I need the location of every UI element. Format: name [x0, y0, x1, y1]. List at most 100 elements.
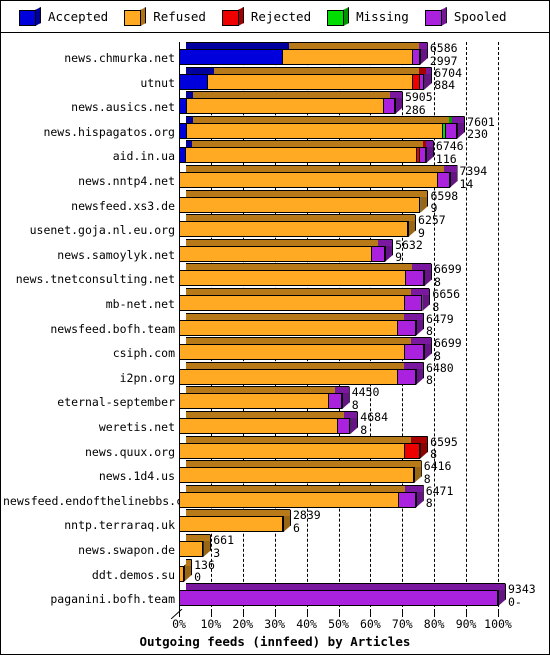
legend-label: Rejected [250, 9, 312, 24]
bar-top-segment [186, 509, 290, 517]
bar-top-segment [186, 386, 335, 394]
bar-value-secondary: 286 [404, 102, 426, 117]
bar-value-label: 6699 8 [434, 337, 462, 362]
x-tick-label: 80% [423, 617, 445, 631]
bar-segment-refused [179, 393, 328, 410]
bar-top-segment [334, 386, 349, 394]
bar-top-segment [186, 42, 290, 49]
bar-top-segment [425, 140, 433, 148]
bar-value-secondary: 8 [426, 373, 433, 388]
y-axis-label: news.ausics.net [71, 100, 175, 115]
legend-label: Refused [153, 9, 206, 24]
bar-value-secondary: 0 [194, 570, 202, 585]
bar-top-segment [186, 460, 421, 468]
bar-top-segment [425, 66, 432, 74]
bar-top-segment [411, 337, 431, 345]
bar-top-segment [186, 435, 411, 443]
bar-top-segment [186, 91, 194, 99]
bar-value-label: 6704 884 [434, 67, 462, 92]
chart-row: nntp.terraraq.uk 2839 6 [64, 509, 498, 534]
bar-segment-refused [179, 295, 405, 311]
bar-value-label: 7601 230 [467, 116, 495, 141]
legend-label: Accepted [48, 9, 109, 24]
chart-row: news.swapon.de 661 3 [78, 534, 498, 560]
legend-swatch-refused-icon [124, 7, 147, 26]
bar-value-label: 6257 9 [418, 214, 446, 239]
bar-segment-refused [179, 344, 405, 361]
bar-segment-refused [179, 442, 404, 459]
bar-value-primary: 6586 [429, 41, 458, 55]
x-axis: 0% 10% 20% 30% 40% 50% 60% 70% 80% 90% 100% [172, 612, 512, 631]
chart-x-title: Outgoing feeds (innfeed) by Articles [139, 634, 411, 649]
chart-row: news.quux.org 6595 8 [85, 435, 498, 460]
bar-top-segment [411, 288, 430, 295]
bar-top-segment [193, 115, 450, 123]
bar-segment-accepted [179, 73, 208, 90]
bar-top-segment [186, 214, 416, 222]
bar-top-segment [186, 189, 428, 197]
y-axis-label: newsfeed.xs3.de [71, 198, 175, 213]
chart-row: newsfeed.xs3.de 6598 9 [71, 189, 498, 215]
bar-value-label: 6656 8 [432, 287, 461, 313]
x-tick-label: 30% [264, 617, 286, 631]
bar-top-segment [186, 558, 192, 566]
bar-segment-accepted [179, 98, 187, 115]
y-axis-label: news.samoylyk.net [57, 247, 175, 262]
bar-value-secondary: 6 [292, 520, 300, 535]
bar-value-secondary: 0- [508, 594, 522, 609]
y-axis-label: paganini.bofh.team [50, 592, 175, 607]
bar-value-label: 4684 8 [360, 411, 388, 437]
y-axis-label: ddt.demos.su [91, 567, 175, 582]
bar-segment-refused [179, 172, 437, 188]
y-axis-label: news.1d4.us [98, 469, 175, 484]
y-axis-label: weretis.net [98, 420, 175, 434]
bar-segment-spooled [418, 73, 425, 90]
bar-top-segment [186, 238, 379, 246]
y-axis-label: usenet.goja.nl.eu.org [29, 223, 175, 238]
bar-value-secondary: 3 [213, 545, 221, 560]
bar-top-segment [186, 534, 211, 541]
x-tick-label: 20% [232, 617, 254, 631]
chart-row: eternal-september 4450 8 [57, 386, 498, 410]
x-tick-label: 100% [484, 617, 512, 631]
y-axis-label: newsfeed.endofthelinebbs.com [3, 493, 197, 508]
bar-value-label: 6479 8 [426, 313, 454, 338]
bar-value-primary: 6656 [432, 287, 461, 301]
bar-top-segment [410, 435, 428, 443]
bar-segment-refused [185, 147, 416, 164]
bar-top-segment [186, 411, 344, 418]
bar-top-segment [192, 140, 423, 148]
bar-top-segment [186, 263, 412, 271]
legend-swatch-accepted-icon [19, 7, 41, 26]
bar-top-segment [403, 361, 423, 369]
bar-segment-accepted [179, 49, 283, 65]
bar-value-label: 6598 9 [430, 190, 458, 215]
bar-segment-refused [179, 467, 414, 484]
bar-top-segment [186, 361, 404, 369]
bar-value-label: 6699 8 [434, 264, 462, 288]
y-axis-label: newsfeed.bofh.team [50, 321, 175, 336]
y-axis-label: eternal-september [57, 395, 175, 410]
bar-segment-refused [179, 245, 372, 262]
y-axis-label: nntp.terraraq.uk [64, 518, 175, 533]
y-axis-label: news.nntp4.net [78, 174, 175, 188]
legend-label: Missing [356, 9, 409, 24]
bar-value-label: 2839 6 [293, 510, 321, 534]
chart-legend: Accepted Refused Rejected Missing Spooled [1, 1, 549, 33]
bar-value-label: 6480 8 [426, 362, 454, 388]
bar-segment-refused [179, 270, 405, 287]
bar-value-label: 7394 14 [460, 165, 488, 190]
chart-row: paganini.bofh.team 9343 0- [50, 583, 536, 607]
bar-top-segment [390, 91, 402, 99]
bar-top-segment [186, 66, 215, 74]
bar-value-secondary: 8 [360, 422, 368, 437]
bar-segment-spooled [371, 245, 386, 262]
bar-segment-rejected [403, 442, 421, 459]
bar-segment-refused [179, 221, 409, 238]
gridline-100pct [498, 42, 499, 612]
bar-segment-refused [179, 319, 398, 336]
legend-item-refused: Refused [124, 7, 206, 26]
legend-swatch-spooled-icon [424, 7, 447, 26]
chart-row: newsfeed.endofthelinebbs.com 6471 8 [3, 484, 498, 509]
chart-row: news.samoylyk.net 5632 9 [57, 238, 498, 263]
